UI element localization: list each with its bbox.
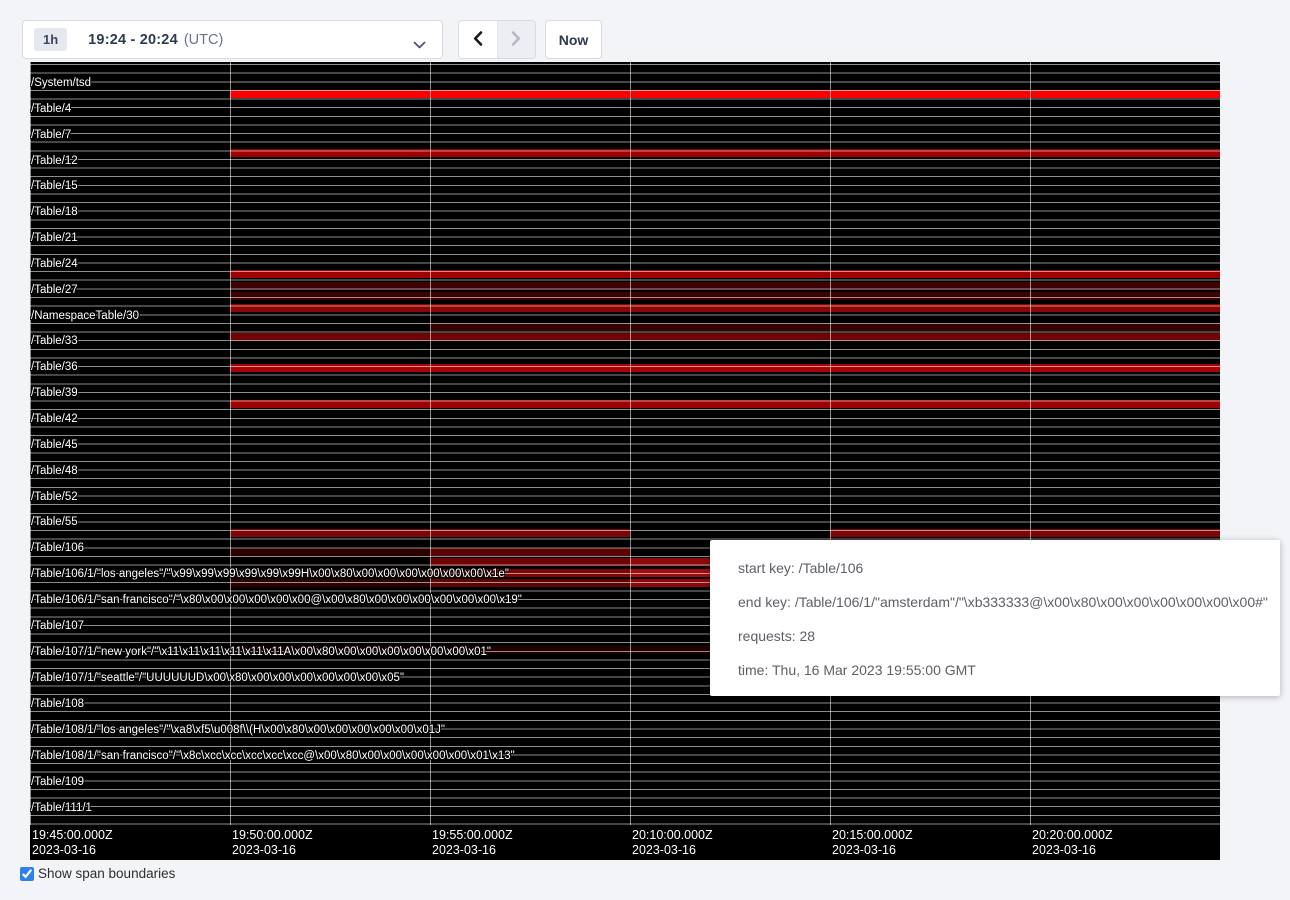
heat-band xyxy=(430,548,630,556)
row-label: /Table/24 xyxy=(31,258,78,270)
heat-band xyxy=(230,304,1220,312)
grid-vline xyxy=(1030,62,1031,825)
row-label: /Table/39 xyxy=(31,387,78,399)
heat-band xyxy=(430,558,630,566)
chevron-down-icon xyxy=(413,37,426,55)
time-axis-tick: 20:20:00.000Z2023-03-16 xyxy=(1032,828,1113,858)
row-label: /Table/106/1/"los angeles"/"\x99\x99\x99… xyxy=(31,568,509,580)
time-axis-tick: 20:10:00.000Z2023-03-16 xyxy=(632,828,713,858)
time-range-timezone: (UTC) xyxy=(184,32,223,48)
heat-band xyxy=(230,282,1220,290)
tooltip-time: time: Thu, 16 Mar 2023 19:55:00 GMT xyxy=(738,653,1270,687)
heat-band xyxy=(230,90,1220,98)
chevron-right-icon xyxy=(510,30,522,50)
time-range-label: 19:24 - 20:24 xyxy=(88,32,178,48)
row-label: /Table/111/1 xyxy=(31,802,92,814)
heat-band xyxy=(230,149,1220,157)
row-label: /Table/45 xyxy=(31,439,78,451)
heat-band xyxy=(430,579,630,587)
row-label: /NamespaceTable/30 xyxy=(31,310,139,322)
heat-band xyxy=(230,400,1220,408)
next-time-button[interactable] xyxy=(497,21,536,58)
time-axis-tick: 20:15:00.000Z2023-03-16 xyxy=(832,828,913,858)
span-boundaries-control: Show span boundaries xyxy=(20,866,175,881)
span-boundary-lines xyxy=(30,64,1220,826)
row-label: /Table/18 xyxy=(31,206,78,218)
tooltip-start-key: start key: /Table/106 xyxy=(738,551,1270,585)
row-label: /Table/27 xyxy=(31,284,78,296)
chevron-left-icon xyxy=(472,30,484,50)
row-label: /Table/109 xyxy=(31,776,84,788)
heatmap-canvas[interactable]: /System/tsd/Table/4/Table/7/Table/12/Tab… xyxy=(30,62,1220,860)
row-label: /System/tsd xyxy=(31,77,91,89)
heatmap-tooltip: start key: /Table/106 end key: /Table/10… xyxy=(710,540,1280,696)
row-label: /Table/33 xyxy=(31,335,78,347)
span-boundaries-checkbox[interactable] xyxy=(20,867,34,881)
row-label: /Table/15 xyxy=(31,180,78,192)
time-axis-tick: 19:55:00.000Z2023-03-16 xyxy=(432,828,513,858)
row-label: /Table/48 xyxy=(31,465,78,477)
row-label: /Table/108 xyxy=(31,698,84,710)
row-label: /Table/52 xyxy=(31,491,78,503)
heat-band xyxy=(230,292,1220,300)
prev-time-button[interactable] xyxy=(459,21,497,58)
row-label: /Table/7 xyxy=(31,129,71,141)
row-label: /Table/42 xyxy=(31,413,78,425)
heat-band xyxy=(230,333,1220,341)
time-range-selector[interactable]: 1h 19:24 - 20:24 (UTC) xyxy=(22,20,443,59)
heat-band xyxy=(430,323,1220,331)
row-label: /Table/21 xyxy=(31,232,78,244)
grid-vline xyxy=(430,62,431,825)
tooltip-end-key: end key: /Table/106/1/"amsterdam"/"\xb33… xyxy=(738,585,1270,619)
grid-vline xyxy=(230,62,231,825)
row-label: /Table/106 xyxy=(31,542,84,554)
row-label: /Table/107 xyxy=(31,620,84,632)
heat-band xyxy=(230,270,1220,278)
heat-band xyxy=(230,364,1220,372)
time-nav-group xyxy=(458,20,536,59)
heat-band xyxy=(230,548,430,556)
row-label: /Table/108/1/"los angeles"/"\xa8\xf5\u00… xyxy=(31,724,445,736)
time-axis-tick: 19:50:00.000Z2023-03-16 xyxy=(232,828,313,858)
span-boundaries-label[interactable]: Show span boundaries xyxy=(38,866,175,881)
time-axis-tick: 19:45:00.000Z2023-03-16 xyxy=(32,828,113,858)
row-label: /Table/106/1/"san francisco"/"\x80\x00\x… xyxy=(31,594,522,606)
tooltip-requests: requests: 28 xyxy=(738,619,1270,653)
row-label: /Table/12 xyxy=(31,155,78,167)
row-label: /Table/4 xyxy=(31,103,71,115)
row-label: /Table/107/1/"new york"/"\x11\x11\x11\x1… xyxy=(31,646,491,658)
row-label: /Table/55 xyxy=(31,516,78,528)
grid-vline xyxy=(830,62,831,825)
heat-band xyxy=(830,529,1220,537)
row-label: /Table/108/1/"san francisco"/"\x8c\xcc\x… xyxy=(31,750,515,762)
grid-vline xyxy=(630,62,631,825)
now-button[interactable]: Now xyxy=(545,20,602,59)
key-visualizer-page: 1h 19:24 - 20:24 (UTC) Now /System/tsd/T… xyxy=(0,0,1290,900)
row-label: /Table/36 xyxy=(31,361,78,373)
row-label: /Table/107/1/"seattle"/"UUUUUUD\x00\x80\… xyxy=(31,672,404,684)
heat-band xyxy=(230,579,430,587)
time-range-badge: 1h xyxy=(34,28,67,51)
